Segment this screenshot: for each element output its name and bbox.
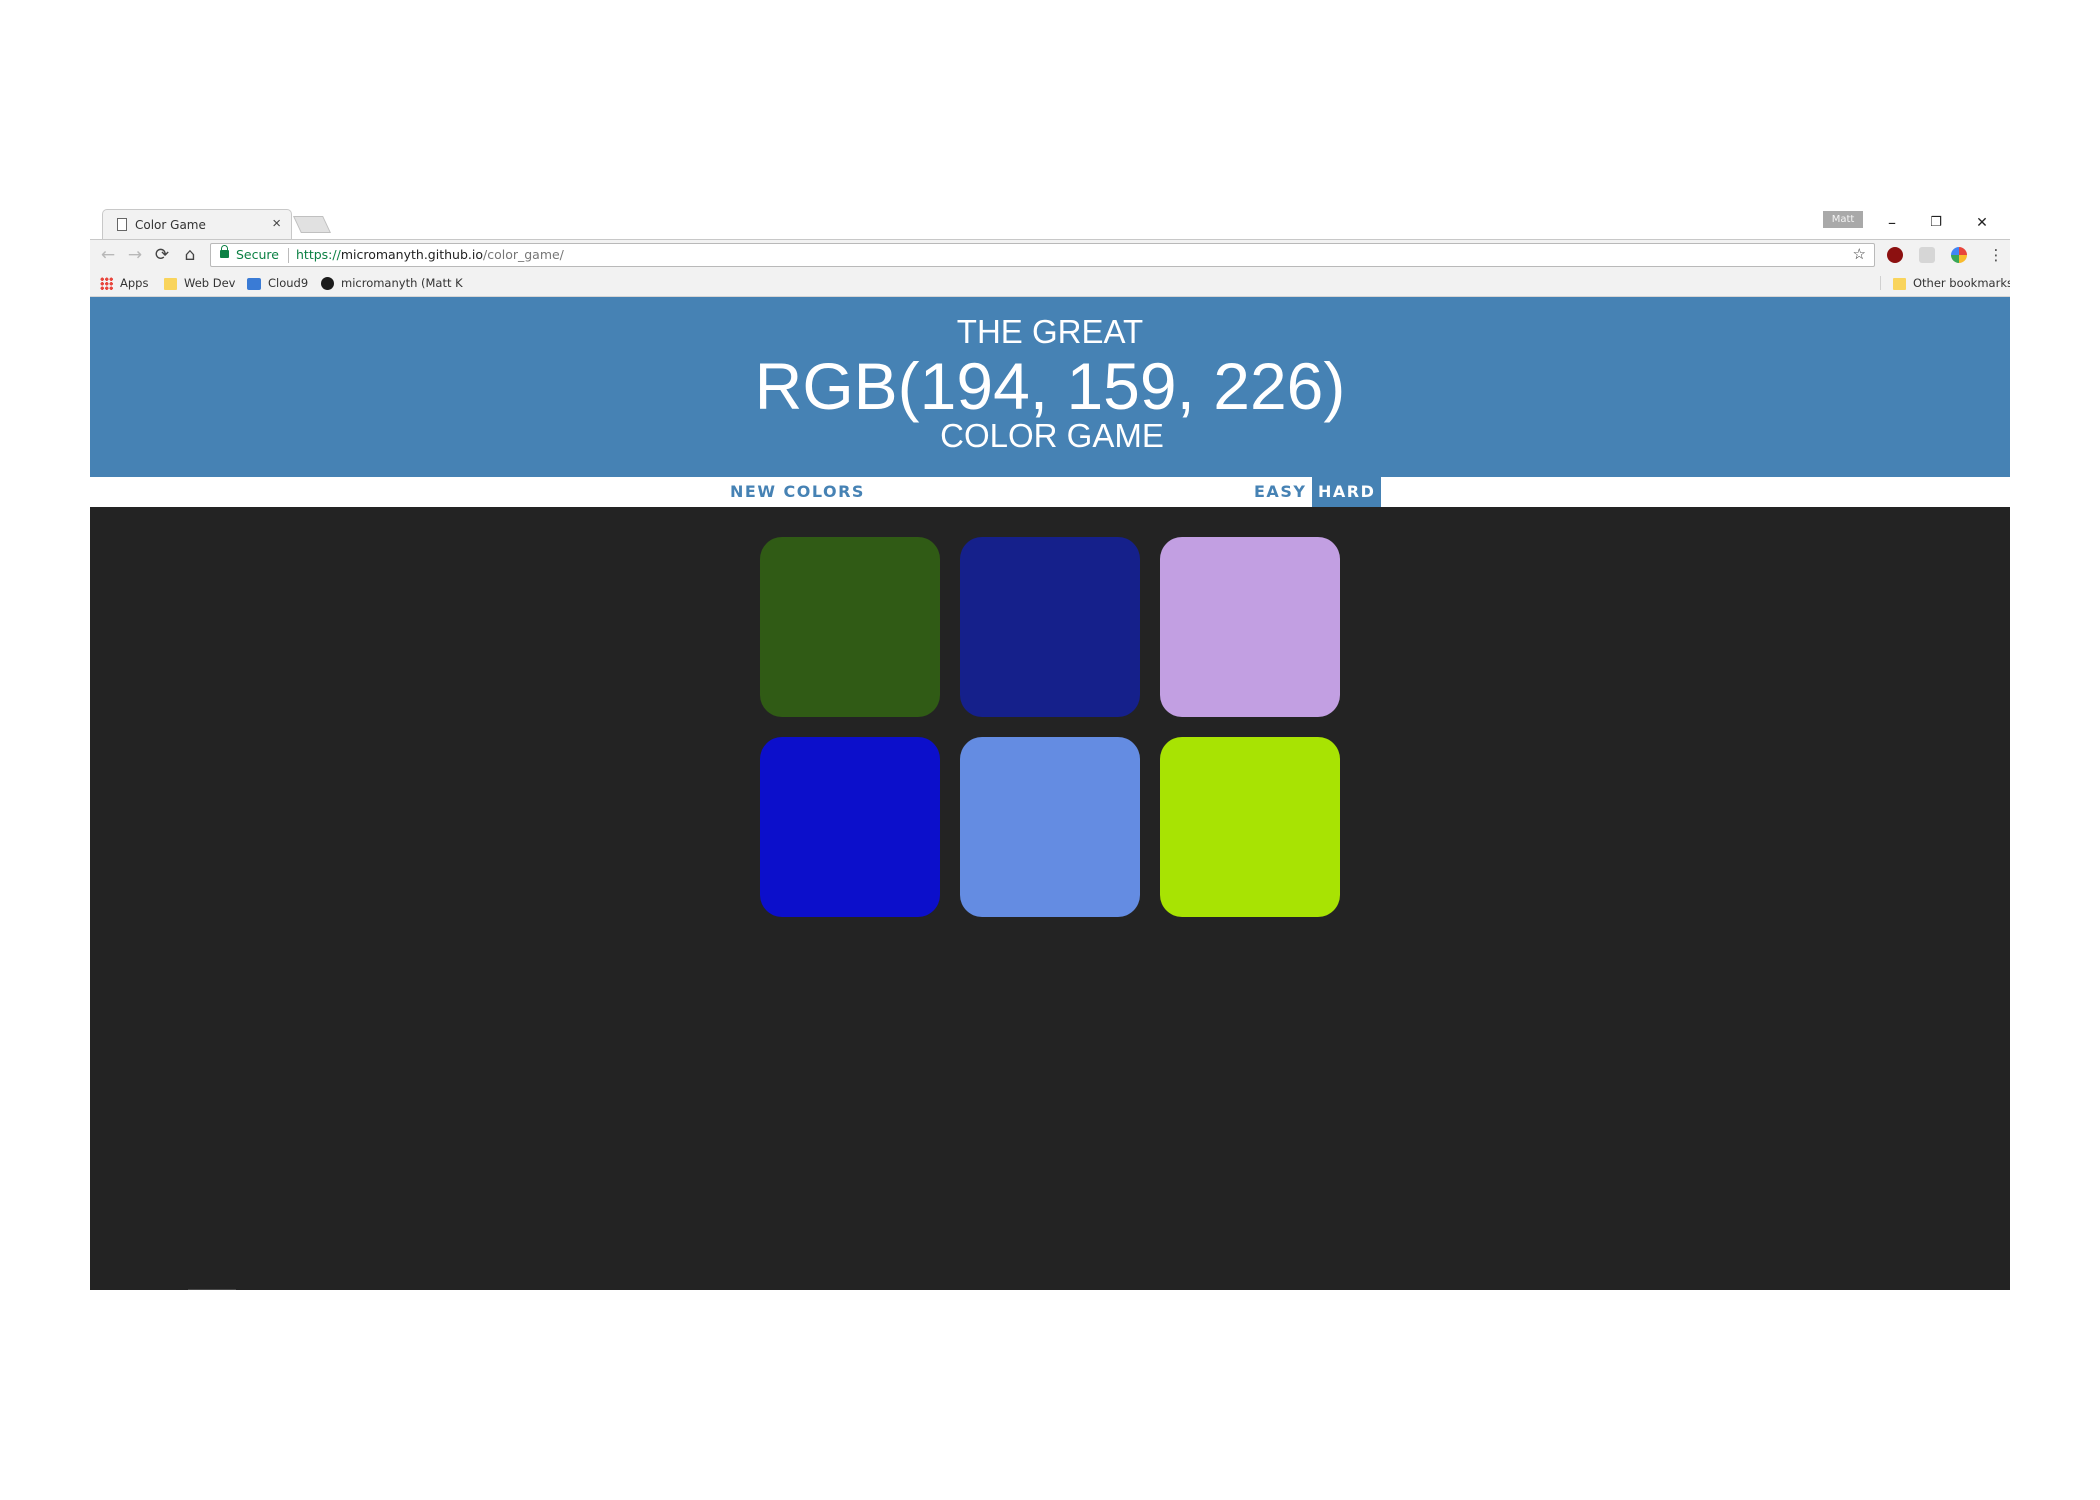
message-display	[990, 477, 1002, 507]
divider	[188, 1289, 236, 1290]
title-top: THE GREAT	[956, 313, 1144, 350]
color-extension-icon[interactable]	[1951, 247, 1967, 263]
bookmark-label: micromanyth (Matt K	[341, 276, 463, 290]
home-button[interactable]: ⌂	[178, 243, 202, 267]
bookmark-cloud9[interactable]: Cloud9	[247, 276, 308, 290]
forward-button[interactable]: →	[123, 243, 147, 267]
bookmark-other[interactable]: Other bookmarks	[1880, 276, 2010, 290]
bookmarks-bar: Apps Web Dev Cloud9 micromanyth (Matt K …	[90, 270, 2010, 297]
close-window-button[interactable]: ✕	[1962, 209, 2002, 237]
secure-label: Secure	[236, 247, 279, 262]
url-text[interactable]: https://micromanyth.github.io/color_game…	[296, 244, 564, 266]
color-square[interactable]	[760, 737, 940, 917]
bookmark-star-icon[interactable]: ☆	[1853, 244, 1866, 266]
control-stripe: NEW COLORS EASY HARD	[90, 477, 2010, 507]
url-path: /color_game/	[482, 247, 564, 262]
color-square[interactable]	[960, 737, 1140, 917]
tab-strip: Color Game × Matt – ❐ ✕	[90, 207, 2010, 240]
title-bottom: COLOR GAME	[940, 417, 1164, 454]
address-separator	[288, 248, 289, 263]
tab-title: Color Game	[135, 218, 206, 232]
minimize-button[interactable]: –	[1872, 209, 1912, 237]
bookmark-label: Apps	[120, 276, 149, 290]
bookmark-label: Web Dev	[184, 276, 236, 290]
color-square[interactable]	[1160, 537, 1340, 717]
folder-icon	[164, 278, 177, 290]
folder-icon	[1893, 278, 1906, 290]
camera-extension-icon[interactable]	[1919, 247, 1935, 263]
tab-color-game[interactable]: Color Game ×	[102, 209, 292, 239]
ublock-extension-icon[interactable]	[1887, 247, 1903, 263]
header-banner: THE GREAT RGB(194, 159, 226) COLOR GAME	[90, 297, 2010, 477]
bookmark-apps[interactable]: Apps	[100, 276, 148, 290]
url-host: micromanyth.github.io	[340, 247, 483, 262]
profile-button[interactable]: Matt	[1823, 211, 1863, 228]
url-scheme: https://	[296, 247, 341, 262]
toolbar: ← → ⟳ ⌂ Secure https://micromanyth.githu…	[90, 240, 2010, 270]
back-button[interactable]: ←	[96, 243, 120, 267]
browser-window: Color Game × Matt – ❐ ✕ ← → ⟳ ⌂ Secure h…	[90, 207, 2010, 1290]
bookmark-label: Other bookmarks	[1913, 276, 2010, 290]
tab-close-icon[interactable]: ×	[272, 215, 281, 232]
reload-button[interactable]: ⟳	[150, 243, 174, 267]
lock-icon	[220, 245, 229, 258]
cloud9-icon	[247, 278, 261, 290]
new-tab-button[interactable]	[293, 216, 331, 233]
restore-button[interactable]: ❐	[1916, 209, 1956, 237]
new-colors-button[interactable]: NEW COLORS	[724, 477, 871, 507]
bookmark-github[interactable]: micromanyth (Matt K	[321, 276, 463, 290]
color-square[interactable]	[960, 537, 1140, 717]
page-body: THE GREAT RGB(194, 159, 226) COLOR GAME …	[90, 297, 2010, 1290]
page-icon	[117, 218, 127, 231]
github-icon	[321, 277, 334, 290]
hard-mode-button[interactable]: HARD	[1312, 477, 1382, 507]
easy-mode-button[interactable]: EASY	[1248, 477, 1312, 507]
menu-icon[interactable]: ⋮	[1984, 243, 2008, 267]
apps-grid-icon	[100, 277, 113, 290]
color-square[interactable]	[1160, 737, 1340, 917]
bookmark-web-dev[interactable]: Web Dev	[164, 276, 235, 290]
address-bar[interactable]: Secure https://micromanyth.github.io/col…	[210, 243, 1875, 267]
rgb-display: RGB(194, 159, 226)	[754, 349, 1346, 423]
color-square[interactable]	[760, 537, 940, 717]
bookmark-label: Cloud9	[268, 276, 309, 290]
